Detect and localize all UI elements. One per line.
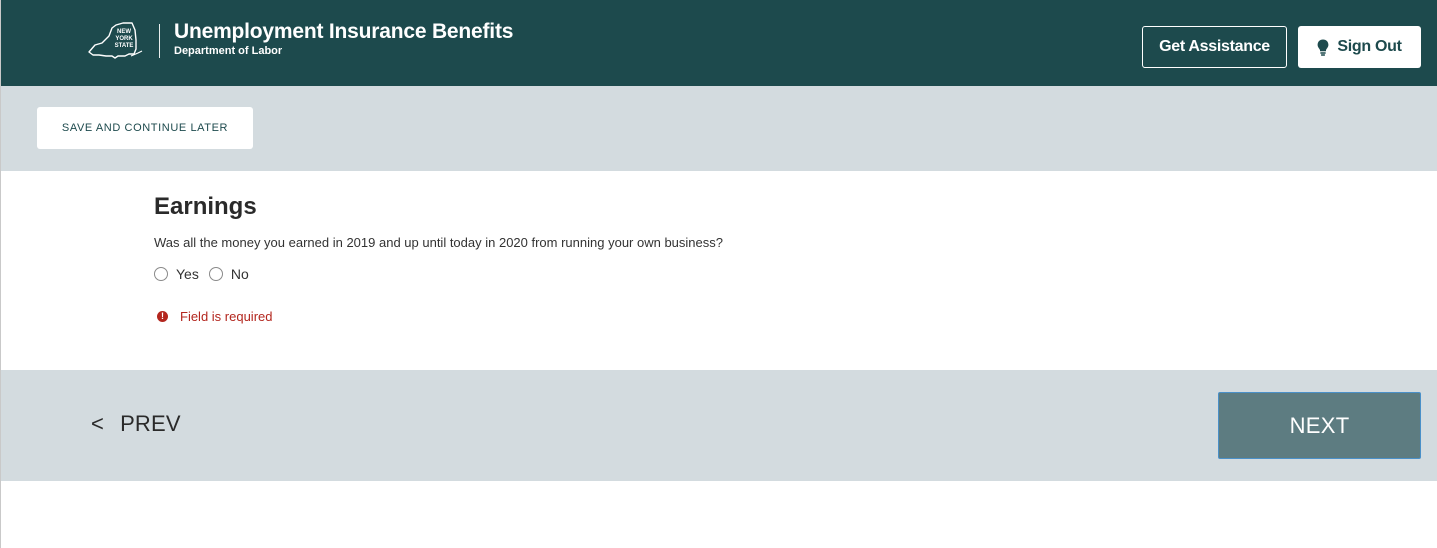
app-title: Unemployment Insurance Benefits — [174, 20, 514, 43]
no-label: No — [230, 266, 249, 282]
get-assistance-button[interactable]: Get Assistance — [1142, 26, 1287, 68]
new-york-state-logo: NEW YORK STATE — [88, 22, 143, 59]
answer-options: Yes No — [154, 266, 259, 282]
page: NEW YORK STATE Unemployment Insurance Be… — [0, 0, 1437, 548]
no-radio[interactable] — [208, 267, 223, 281]
yes-label: Yes — [176, 266, 199, 282]
app-subtitle: Department of Labor — [174, 45, 283, 57]
prev-button[interactable]: < PREV — [91, 411, 181, 437]
section-title: Earnings — [154, 193, 257, 220]
app-header: NEW YORK STATE Unemployment Insurance Be… — [1, 0, 1437, 86]
prev-label: PREV — [120, 411, 181, 436]
sign-out-label: Sign Out — [1337, 38, 1402, 55]
next-button[interactable]: NEXT — [1218, 392, 1421, 459]
save-bar: SAVE AND CONTINUE LATER — [1, 86, 1437, 171]
navigation-bar: < PREV NEXT — [1, 370, 1437, 481]
earnings-form: Earnings Was all the money you earned in… — [154, 192, 1254, 324]
alert-icon: ! — [157, 311, 168, 322]
yes-radio[interactable] — [154, 267, 168, 281]
error-text: Field is required — [180, 309, 273, 324]
chevron-left-icon: < — [91, 411, 105, 436]
question-text: Was all the money you earned in 2019 and… — [154, 235, 723, 250]
field-error: ! Field is required — [157, 309, 273, 324]
svg-text:YORK: YORK — [115, 36, 133, 42]
sign-out-button[interactable]: Sign Out — [1298, 26, 1421, 68]
option-no[interactable]: No — [208, 266, 249, 282]
option-yes[interactable]: Yes — [154, 266, 199, 282]
save-and-continue-later-button[interactable]: SAVE AND CONTINUE LATER — [37, 107, 253, 149]
lightbulb-icon — [1317, 39, 1329, 56]
svg-text:NEW: NEW — [117, 29, 131, 35]
brand-divider — [159, 24, 160, 58]
brand-text: Unemployment Insurance Benefits Departme… — [174, 20, 513, 58]
svg-text:STATE: STATE — [115, 43, 134, 49]
brand: NEW YORK STATE Unemployment Insurance Be… — [85, 18, 513, 64]
